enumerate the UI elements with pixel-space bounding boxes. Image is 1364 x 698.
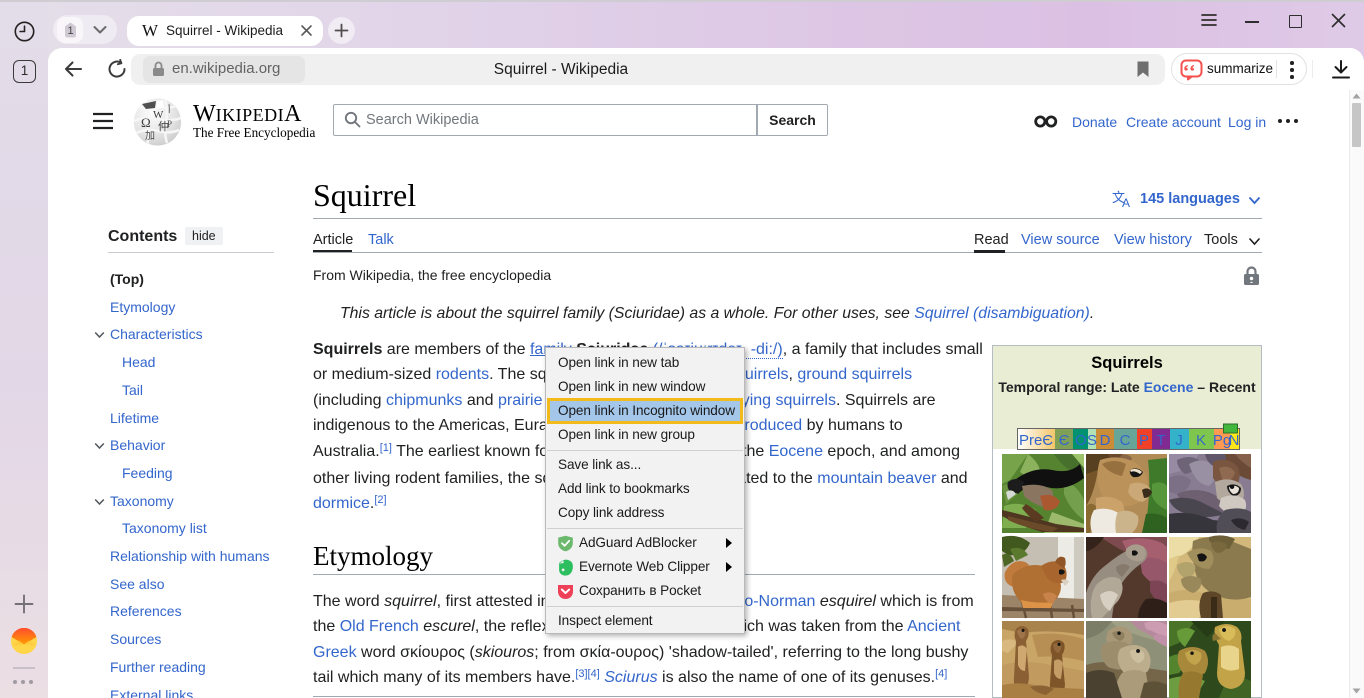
svg-text:A: A: [1122, 196, 1130, 208]
svg-text:T: T: [1156, 432, 1165, 449]
svg-text:Є: Є: [1059, 432, 1070, 449]
svg-text:N: N: [1229, 432, 1240, 449]
svg-text:S: S: [1087, 432, 1097, 449]
svg-text:C: C: [1120, 432, 1131, 449]
svg-text:D: D: [1100, 432, 1111, 449]
svg-text:Ω: Ω: [141, 115, 151, 130]
svg-text:PreЄ: PreЄ: [1019, 432, 1053, 449]
svg-text:أ: أ: [168, 103, 171, 115]
svg-text:加: 加: [145, 130, 155, 142]
svg-text:W: W: [153, 109, 164, 121]
svg-text:P: P: [1139, 432, 1149, 449]
svg-text:Р: Р: [167, 119, 172, 129]
svg-text:1: 1: [67, 25, 73, 37]
svg-text:O: O: [1075, 432, 1087, 449]
svg-text:J: J: [1175, 432, 1183, 449]
svg-text:K: K: [1196, 432, 1206, 449]
